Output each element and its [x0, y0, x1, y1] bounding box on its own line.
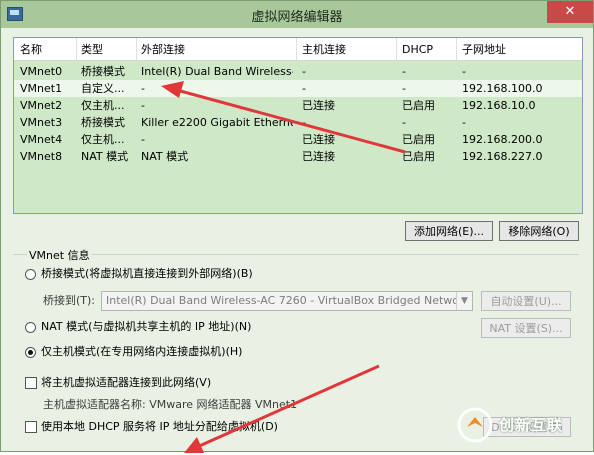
watermark: 创新互联: [455, 405, 591, 445]
annotation-arrows: [161, 81, 406, 453]
watermark-text: 创新互联: [499, 416, 564, 434]
annotation-arrow-line: [196, 364, 380, 449]
watermark-logo-icon: [457, 407, 493, 443]
annotation-arrowhead: [161, 81, 184, 98]
virtual-network-editor-window: 虚拟网络编辑器 ✕ 名称 类型 外部连接 主机连接 DHCP 子网地址 VMne…: [0, 0, 594, 453]
annotation-arrow-line: [172, 87, 406, 154]
